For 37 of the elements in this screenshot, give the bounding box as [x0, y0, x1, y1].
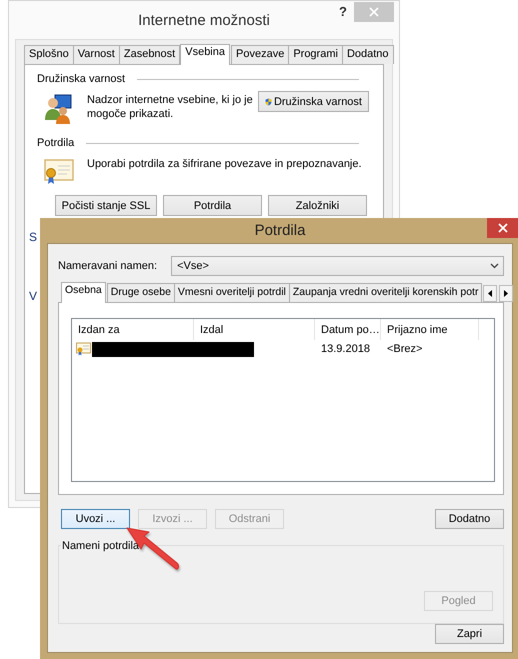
purpose-dropdown[interactable]: <Vse>: [171, 256, 504, 276]
tab[interactable]: Zasebnost: [118, 45, 180, 64]
advanced-button[interactable]: Dodatno: [435, 509, 504, 529]
tab[interactable]: Varnost: [72, 45, 120, 64]
group-title: Nameni potrdila: [61, 539, 140, 553]
section-title: Družinska varnost: [37, 73, 126, 85]
table-cell-text: <Brez>: [386, 343, 424, 355]
close-dialog-button[interactable]: Zapri: [435, 624, 504, 644]
column-header[interactable]: Datum po…: [315, 319, 381, 340]
section-title: S: [29, 230, 38, 244]
dialog-button[interactable]: Uvozi ...: [61, 509, 130, 529]
section-title: V: [29, 289, 38, 303]
section-title: Potrdila: [37, 137, 74, 149]
tab[interactable]: Dodatno: [342, 45, 394, 64]
table-cell-text: 13.9.2018: [320, 343, 371, 355]
window-title: Potrdila: [254, 222, 306, 239]
description: Uporabi potrdila za šifrirane povezave in prepoznavanje.: [87, 157, 363, 171]
help-button[interactable]: ?: [339, 4, 347, 19]
dialog-button[interactable]: Založniki: [268, 195, 367, 216]
family-safety-button[interactable]: Družinska varnost: [258, 91, 369, 112]
tab[interactable]: Vsebina: [180, 44, 230, 65]
column-header[interactable]: Prijazno ime: [381, 319, 479, 340]
tab[interactable]: Zaupanja vredni overitelji korenskih potr: [288, 283, 482, 302]
tab[interactable]: Osebna: [61, 282, 106, 303]
dialog-button[interactable]: Potrdila: [163, 195, 262, 216]
tab[interactable]: Povezave: [231, 45, 290, 64]
column-header[interactable]: Izdal: [194, 319, 315, 340]
tab[interactable]: Druge osebe: [106, 283, 175, 302]
window-title: Internetne možnosti: [138, 12, 270, 28]
certificate-row[interactable]: 13.9.2018 <Brez>: [72, 340, 494, 358]
field-label: Nameravani namen:: [58, 260, 158, 272]
tab[interactable]: Programi: [288, 45, 343, 64]
dialog-button[interactable]: Počisti stanje SSL: [55, 195, 157, 216]
column-header[interactable]: Izdan za: [72, 319, 194, 340]
tab[interactable]: Vmesni overitelji potrdil: [174, 283, 290, 302]
tab[interactable]: Splošno: [24, 45, 74, 64]
description: Nadzor internetne vsebine, ki jo je mogoče prikazati.: [87, 93, 254, 121]
